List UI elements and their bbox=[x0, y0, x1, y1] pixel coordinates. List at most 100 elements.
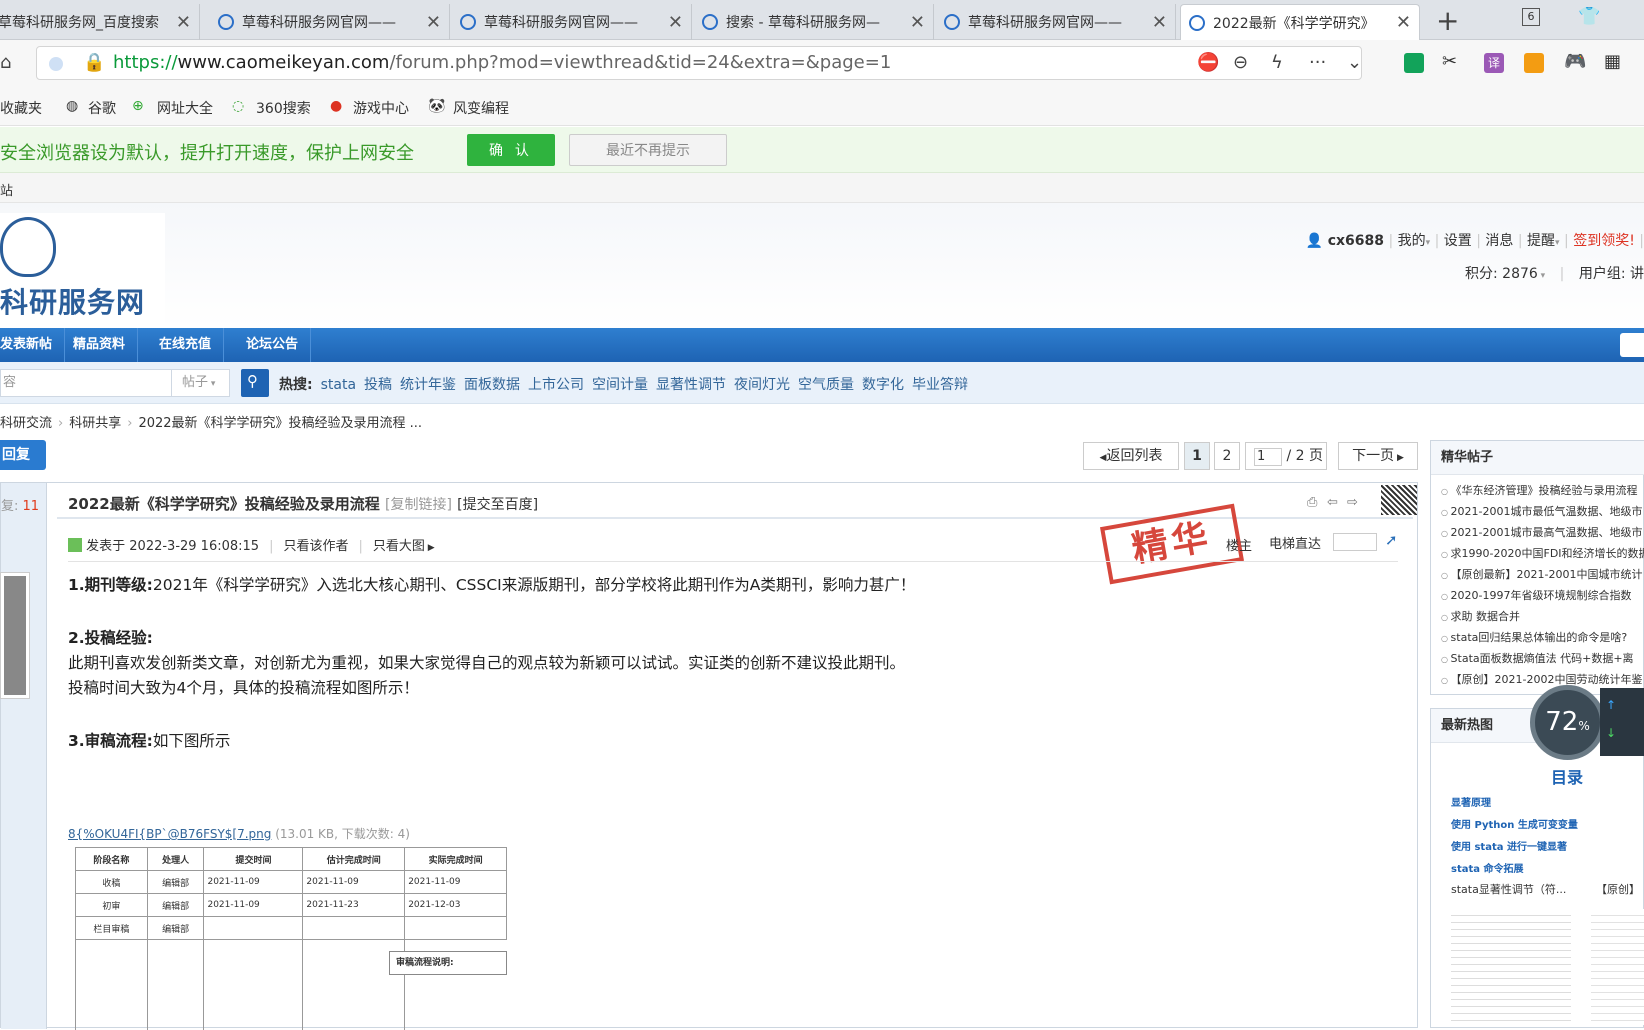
scissors-icon[interactable]: ✂ bbox=[1442, 51, 1457, 72]
browser-tab[interactable]: 搜索 - 草莓科研服务网— ✕ bbox=[694, 4, 934, 40]
prev-thread-icon[interactable]: ⇦ bbox=[1327, 495, 1338, 510]
blocked-icon[interactable]: ⛔ bbox=[1197, 47, 1219, 79]
site-logo[interactable]: 科研服务网 bbox=[0, 213, 165, 325]
only-author-link[interactable]: 只看该作者 bbox=[283, 539, 348, 554]
nav-new-post[interactable]: 发表新帖 bbox=[0, 328, 66, 362]
submit-baidu-link[interactable]: [提交至百度] bbox=[457, 497, 538, 513]
search-input[interactable]: 容 bbox=[0, 369, 172, 397]
hot-word[interactable]: 显著性调节 bbox=[656, 377, 726, 393]
reply-button[interactable]: 回复 bbox=[0, 440, 46, 470]
signin-link[interactable]: 签到领奖! bbox=[1573, 233, 1635, 249]
hot-word[interactable]: 空间计量 bbox=[592, 377, 648, 393]
dismiss-button[interactable]: 最近不再提示 bbox=[569, 134, 727, 166]
tab-count-badge[interactable]: 6 bbox=[1522, 8, 1540, 26]
big-image-link[interactable]: 只看大图 bbox=[373, 539, 425, 554]
nav-recharge[interactable]: 在线充值 bbox=[147, 328, 225, 362]
close-icon[interactable]: ✕ bbox=[176, 12, 191, 33]
featured-item[interactable]: 【原创最新】2021-2001中国城市统计 bbox=[1441, 565, 1644, 586]
elevator-input[interactable] bbox=[1333, 533, 1377, 551]
chevron-down-icon[interactable]: ⌄ bbox=[1347, 47, 1362, 79]
bookmark-games[interactable]: 游戏中心 bbox=[353, 98, 409, 118]
page-2-button[interactable]: 2 bbox=[1214, 442, 1240, 470]
browser-tab[interactable]: 草莓科研服务网官网—— ✕ bbox=[210, 4, 450, 40]
network-speed-widget[interactable]: ↑ ↓ bbox=[1600, 688, 1644, 756]
hot-word[interactable]: 上市公司 bbox=[528, 377, 584, 393]
hot-word[interactable]: 面板数据 bbox=[464, 377, 520, 393]
apps-grid-icon[interactable]: ▦ bbox=[1604, 51, 1621, 72]
bookmark-favorites[interactable]: 收藏夹 bbox=[0, 98, 42, 118]
featured-item[interactable]: 求1990-2020中国FDI和经济增长的数据 bbox=[1441, 544, 1644, 565]
my-menu[interactable]: 我的 bbox=[1398, 233, 1426, 249]
avatar[interactable] bbox=[1, 573, 29, 698]
hot-image-link[interactable]: 显著原理 bbox=[1451, 794, 1491, 809]
next-thread-icon[interactable]: ⇨ bbox=[1347, 495, 1358, 510]
bookmark-360[interactable]: 360搜索 bbox=[256, 98, 311, 118]
zoom-out-icon[interactable]: ⊖ bbox=[1233, 47, 1248, 79]
hot-image-link[interactable]: 使用 stata 进行一键显著 bbox=[1451, 838, 1567, 853]
page-jump-input[interactable]: 1 bbox=[1254, 448, 1282, 466]
score-link[interactable]: 积分: 2876 bbox=[1465, 266, 1538, 282]
hot-word[interactable]: 毕业答辩 bbox=[912, 377, 968, 393]
breadcrumb-link[interactable]: 科研共享 bbox=[69, 416, 121, 431]
remind-link[interactable]: 提醒 bbox=[1527, 233, 1555, 249]
hot-word[interactable]: 数字化 bbox=[862, 377, 904, 393]
new-tab-icon[interactable]: + bbox=[1436, 4, 1459, 37]
featured-item[interactable]: stata回归结果总体输出的命令是啥? bbox=[1441, 628, 1644, 649]
print-icon[interactable]: ⎙ bbox=[1307, 495, 1317, 510]
featured-item[interactable]: 《华东经济管理》投稿经验与录用流程 bbox=[1441, 481, 1644, 502]
browser-tab-active[interactable]: 2022最新《科学学研究》 ✕ bbox=[1180, 4, 1420, 40]
quick-nav-button[interactable] bbox=[1620, 333, 1644, 357]
translate-icon[interactable]: 译 bbox=[1484, 53, 1504, 73]
username-link[interactable]: cx6688 bbox=[1328, 233, 1384, 249]
confirm-button[interactable]: 确 认 bbox=[467, 134, 555, 166]
hot-word[interactable]: 统计年鉴 bbox=[400, 377, 456, 393]
close-icon[interactable]: ✕ bbox=[668, 12, 683, 33]
breadcrumb-current[interactable]: 2022最新《科学学研究》投稿经验及录用流程 ... bbox=[138, 416, 422, 431]
user-group[interactable]: 用户组: 讲 bbox=[1579, 266, 1644, 282]
lightning-icon[interactable]: ϟ bbox=[1271, 47, 1283, 79]
page-1-button[interactable]: 1 bbox=[1184, 442, 1210, 470]
close-icon[interactable]: ✕ bbox=[910, 12, 925, 33]
close-icon[interactable]: ✕ bbox=[1152, 12, 1167, 33]
extension-icon[interactable] bbox=[1404, 53, 1424, 73]
hot-image-link[interactable]: 使用 Python 生成可变变量 bbox=[1451, 816, 1578, 831]
bookmark-fengbian[interactable]: 风变编程 bbox=[453, 98, 509, 118]
game-icon[interactable]: 🎮 bbox=[1564, 51, 1586, 72]
breadcrumb-link[interactable]: 科研交流 bbox=[0, 416, 52, 431]
search-type-select[interactable]: 帖子 ▾ bbox=[172, 369, 230, 397]
shirt-icon[interactable]: 👕 bbox=[1578, 6, 1600, 27]
qr-code-icon[interactable] bbox=[1381, 485, 1417, 515]
settings-link[interactable]: 设置 bbox=[1444, 233, 1472, 249]
coupon-icon[interactable] bbox=[1524, 53, 1544, 73]
bookmark-hao[interactable]: 网址大全 bbox=[157, 98, 213, 118]
more-icon[interactable]: ··· bbox=[1309, 47, 1326, 79]
hot-word[interactable]: 夜间灯光 bbox=[734, 377, 790, 393]
close-icon[interactable]: ✕ bbox=[426, 12, 441, 33]
nav-premium[interactable]: 精品资料 bbox=[61, 328, 139, 362]
browser-tab[interactable]: 草莓科研服务网官网—— ✕ bbox=[936, 4, 1176, 40]
hot-word[interactable]: 投稿 bbox=[364, 377, 392, 393]
featured-item[interactable]: 求助 数据合并 bbox=[1441, 607, 1644, 628]
attachment-link[interactable]: 8{%OKU4FI{BP`@B76FSY$[7.png bbox=[68, 827, 271, 841]
url-input[interactable]: 🔒 https://www.caomeikeyan.com/forum.php?… bbox=[36, 46, 1362, 80]
go-icon[interactable]: ➚ bbox=[1385, 531, 1398, 549]
featured-item[interactable]: 2021-2001城市最低气温数据、地级市 bbox=[1441, 502, 1644, 523]
hot-image-caption[interactable]: stata显著性调节（符... bbox=[1451, 881, 1566, 897]
browser-tab[interactable]: 草莓科研服务网官网—— ✕ bbox=[452, 4, 692, 40]
search-button[interactable]: ⚲ bbox=[241, 369, 269, 397]
close-icon[interactable]: ✕ bbox=[1396, 12, 1411, 33]
copy-link-button[interactable]: [复制链接] bbox=[385, 497, 452, 513]
next-page-button[interactable]: 下一页 ▶ bbox=[1338, 442, 1418, 470]
home-icon[interactable]: ⌂ bbox=[0, 52, 11, 73]
featured-item[interactable]: 2021-2001城市最高气温数据、地级市 bbox=[1441, 523, 1644, 544]
hot-image-link[interactable]: stata 命令拓展 bbox=[1451, 860, 1524, 875]
memory-gauge[interactable]: 72% bbox=[1530, 685, 1605, 760]
messages-link[interactable]: 消息 bbox=[1485, 233, 1513, 249]
back-to-list-button[interactable]: ◀返回列表 bbox=[1083, 442, 1179, 470]
featured-item[interactable]: 2020-1997年省级环境规制综合指数 bbox=[1441, 586, 1644, 607]
nav-announcement[interactable]: 论坛公告 bbox=[234, 328, 312, 362]
site-topbar-text[interactable]: 站 bbox=[0, 184, 13, 199]
featured-item[interactable]: Stata面板数据熵值法 代码+数据+离 bbox=[1441, 649, 1644, 670]
hot-image-thumbnail[interactable] bbox=[1591, 909, 1644, 1025]
bookmark-google[interactable]: 谷歌 bbox=[88, 98, 116, 118]
